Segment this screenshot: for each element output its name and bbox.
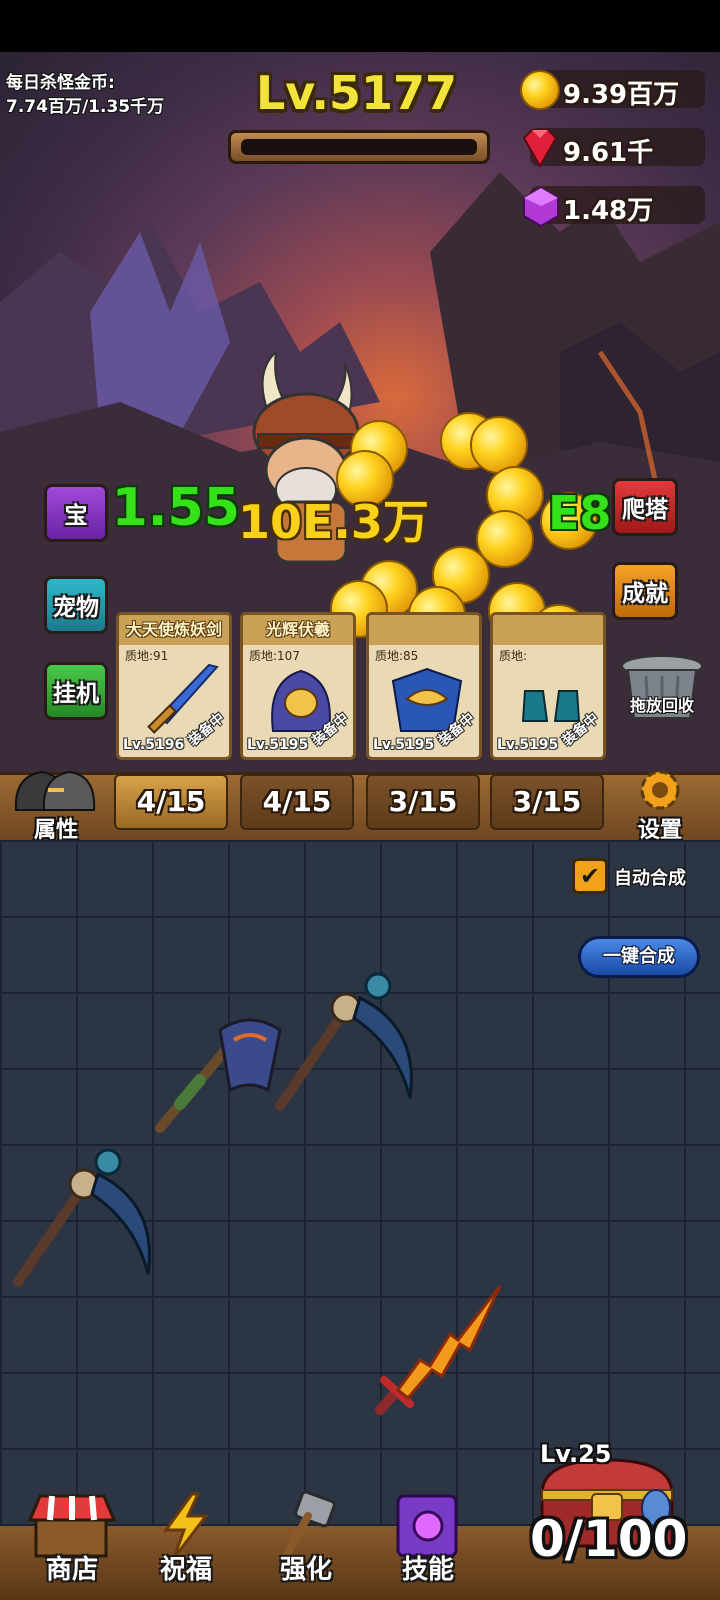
ruby-gem-icon <box>518 128 562 172</box>
reward-chest[interactable]: Lv.25 0/100 <box>524 1440 704 1590</box>
slot-count-tab[interactable]: 3/15 <box>366 774 480 830</box>
nav-upgrade[interactable]: 强化 <box>256 1490 356 1600</box>
achievement-label: 成就 <box>622 581 668 607</box>
crystal-amount: 1.48万 <box>563 196 654 226</box>
tower-label: 爬塔 <box>622 497 668 523</box>
equipment-tab-bar <box>0 772 720 846</box>
equipment-card[interactable]: 光辉伏羲 质地:107 Lv.5195 装备中 <box>240 612 356 760</box>
equipment-card[interactable]: 质地:85 Lv.5195 装备中 <box>366 612 482 760</box>
slot-count-tab[interactable]: 4/15 <box>114 774 228 830</box>
card-level: Lv.5195 <box>373 737 435 753</box>
card-title: 大天使炼妖剑 <box>119 615 229 645</box>
gold-coin-icon <box>520 70 560 110</box>
chest-progress: 0/100 <box>530 1510 688 1568</box>
daily-gold-label: 每日杀怪金币: <box>6 73 115 93</box>
nav-shop-label: 商店 <box>45 1555 98 1585</box>
nav-shop[interactable]: 商店 <box>22 1490 122 1600</box>
card-title <box>493 615 603 645</box>
tower-button[interactable]: 爬塔 <box>612 478 678 536</box>
card-level: Lv.5195 <box>497 737 559 753</box>
attributes-button[interactable]: 属性 <box>8 766 104 843</box>
chest-level: Lv.25 <box>540 1440 612 1468</box>
pet-button[interactable]: 宠物 <box>44 576 108 634</box>
settings-button[interactable]: 设置 <box>620 766 700 843</box>
axe-icon[interactable] <box>150 1000 290 1140</box>
slot-count-tab[interactable]: 4/15 <box>240 774 354 830</box>
gold-amount: 9.39百万 <box>563 80 680 110</box>
equipment-card[interactable]: 质地: Lv.5195 装备中 <box>490 612 606 760</box>
card-level: Lv.5196 <box>123 737 185 753</box>
level-progress-bar <box>228 130 490 164</box>
purple-crystal-icon <box>520 186 562 232</box>
gem-amount: 9.61千 <box>563 138 654 168</box>
scythe-icon[interactable] <box>270 968 420 1118</box>
auto-merge-toggle[interactable]: ✔ 自动合成 <box>572 858 708 896</box>
checkbox-icon: ✔ <box>572 858 608 894</box>
scythe-icon[interactable] <box>8 1144 158 1294</box>
nav-skills-label: 技能 <box>401 1555 454 1585</box>
nav-upgrade-label: 强化 <box>279 1555 332 1585</box>
status-bar <box>0 0 720 52</box>
idle-button[interactable]: 挂机 <box>44 662 108 720</box>
treasure-label: 宝 <box>64 503 88 529</box>
card-level: Lv.5195 <box>247 737 309 753</box>
recycle-label: 拖放回收 <box>629 696 694 715</box>
nav-blessing-label: 祝福 <box>159 1555 212 1585</box>
auto-merge-label: 自动合成 <box>614 868 686 889</box>
pet-label: 宠物 <box>53 595 99 621</box>
achievement-button[interactable]: 成就 <box>612 562 678 620</box>
helmets-icon <box>14 770 96 811</box>
card-title: 光辉伏羲 <box>243 615 353 645</box>
idle-label: 挂机 <box>53 681 99 707</box>
recycle-bin[interactable]: 拖放回收 <box>618 652 706 738</box>
nav-blessing[interactable]: 祝福 <box>136 1490 236 1600</box>
one-click-merge-button[interactable]: 一键合成 <box>578 936 700 978</box>
nav-skills[interactable]: 技能 <box>378 1490 478 1600</box>
slot-count-tab[interactable]: 3/15 <box>490 774 604 830</box>
floating-gold: 10E.3万 <box>238 495 429 549</box>
flame-sword-icon[interactable] <box>360 1280 510 1430</box>
coin-icon <box>470 416 528 474</box>
equipment-card[interactable]: 大天使炼妖剑 质地:91 Lv.5196 装备中 <box>116 612 232 760</box>
player-level: Lv.5177 <box>256 66 458 120</box>
treasure-button[interactable]: 宝 <box>44 484 108 542</box>
card-title <box>369 615 479 645</box>
gear-icon <box>640 770 680 810</box>
daily-gold-value: 7.74百万/1.35千万 <box>6 97 165 117</box>
